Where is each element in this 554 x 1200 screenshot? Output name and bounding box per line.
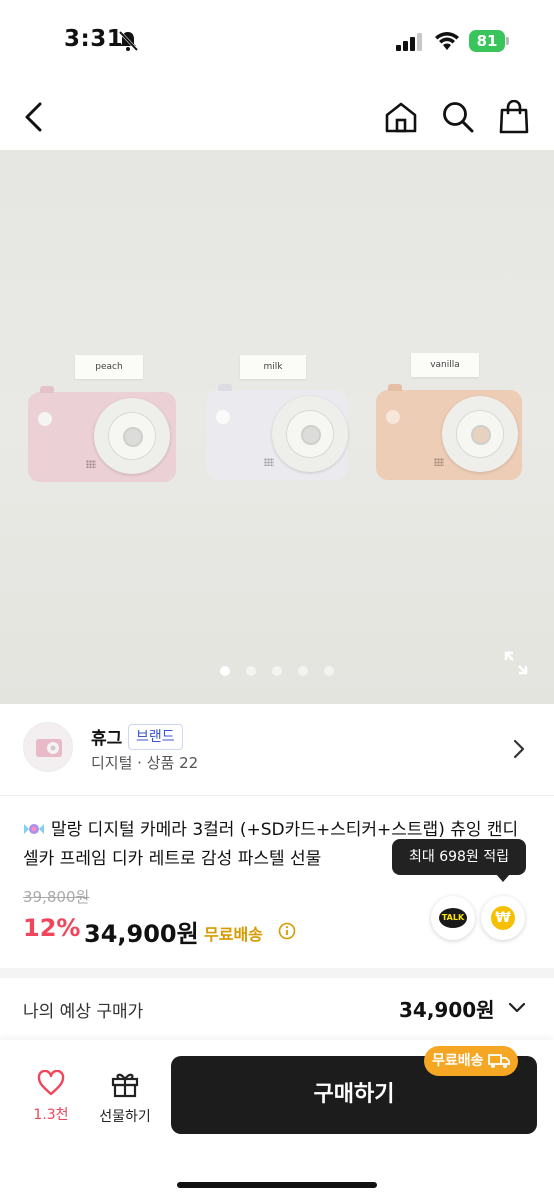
points-tooltip: 최대 698원 적립 (392, 839, 526, 875)
bottom-action-bar: 1.3천 선물하기 구매하기 무료배송 (0, 1040, 554, 1200)
expand-icon[interactable] (503, 650, 529, 676)
label-card-peach: peach (75, 355, 143, 379)
camera-peach (28, 386, 176, 482)
like-count: 1.3천 (33, 1107, 69, 1123)
points-button[interactable]: ₩ (481, 896, 525, 940)
cart-button[interactable] (496, 99, 532, 135)
label-card-milk: milk (240, 355, 306, 379)
shop-avatar-image (24, 723, 72, 771)
home-button[interactable] (383, 99, 419, 135)
kakao-talk-button[interactable]: TALK (431, 896, 475, 940)
signal-icon (396, 33, 422, 51)
original-price: 39,800원 (23, 888, 90, 906)
shop-avatar[interactable] (23, 722, 73, 772)
expected-price-row[interactable]: 나의 예상 구매가 34,900원 (0, 978, 554, 1038)
home-icon (385, 102, 417, 133)
truck-icon (487, 1054, 510, 1068)
expected-price-value: 34,900원 (399, 998, 495, 1022)
product-image[interactable]: peach milk vanilla (0, 150, 554, 704)
home-indicator (177, 1182, 377, 1188)
shop-name[interactable]: 휴그 (91, 724, 122, 749)
candy-icon (24, 824, 44, 834)
status-bar: 3:31 81 (0, 0, 554, 84)
heart-icon (37, 1070, 65, 1096)
label-card-vanilla: vanilla (411, 353, 479, 377)
info-icon[interactable] (278, 922, 296, 940)
carousel-dot-5[interactable] (324, 666, 334, 676)
expected-price-label: 나의 예상 구매가 (23, 1002, 144, 1022)
gift-label: 선물하기 (99, 1109, 151, 1125)
carousel-dot-1[interactable] (220, 666, 230, 676)
chevron-left-icon (25, 102, 42, 132)
like-button[interactable]: 1.3천 (24, 1070, 78, 1130)
wifi-icon (435, 32, 459, 50)
carousel-indicator[interactable] (220, 666, 340, 678)
tooltip-arrow (496, 874, 510, 882)
chevron-down-icon[interactable] (507, 998, 527, 1018)
talk-icon: TALK (439, 908, 467, 928)
camera-vanilla (376, 384, 522, 480)
bell-off-icon (118, 30, 138, 52)
shop-row[interactable]: 휴그 브랜드 디지털 · 상품 22 (0, 704, 554, 796)
top-nav (0, 84, 554, 150)
free-shipping-label: 무료배송 (204, 925, 263, 944)
section-divider (0, 968, 554, 978)
shipping-badge-label: 무료배송 (432, 1053, 484, 1069)
battery-level: 81 (469, 30, 505, 52)
search-icon (443, 102, 474, 133)
chevron-right-icon[interactable] (510, 738, 528, 760)
back-button[interactable] (16, 99, 52, 135)
brand-badge: 브랜드 (128, 724, 183, 750)
status-time: 3:31 (64, 26, 124, 52)
carousel-dot-2[interactable] (246, 666, 256, 676)
sale-price: 34,900원 (84, 920, 199, 948)
gift-button[interactable]: 선물하기 (92, 1070, 158, 1130)
gift-icon (111, 1073, 139, 1098)
camera-milk (206, 384, 348, 480)
won-coin-icon: ₩ (491, 906, 515, 930)
shipping-badge: 무료배송 (424, 1046, 518, 1076)
carousel-dot-3[interactable] (272, 666, 282, 676)
carousel-dot-4[interactable] (298, 666, 308, 676)
shopping-bag-icon (499, 100, 529, 134)
battery-icon: 81 (469, 30, 509, 52)
discount-rate: 12% (23, 914, 81, 942)
shop-meta: 디지털 · 상품 22 (91, 754, 199, 772)
search-button[interactable] (440, 99, 476, 135)
